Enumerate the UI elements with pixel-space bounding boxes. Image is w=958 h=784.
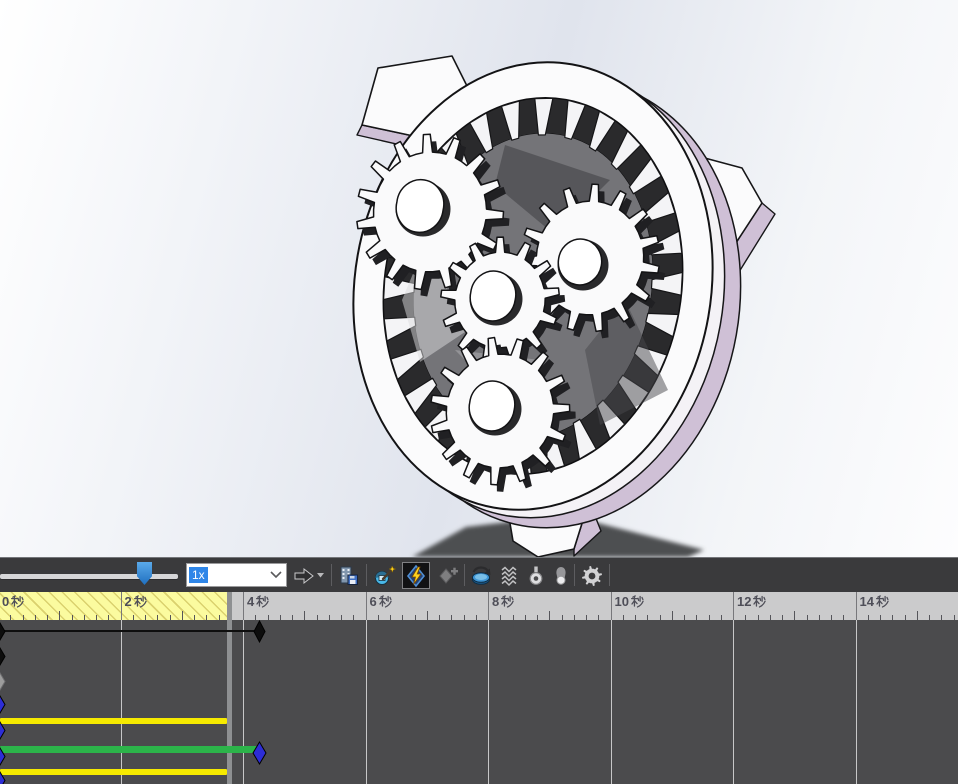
animation-wizard-button[interactable] xyxy=(371,562,399,589)
gravity-button[interactable] xyxy=(547,562,575,589)
ruler-tick xyxy=(549,611,551,620)
seconds-cjk-glyph xyxy=(875,595,889,608)
playback-speed-select[interactable]: 1x xyxy=(186,563,287,587)
spring-icon xyxy=(501,565,517,586)
viewport-3d[interactable] xyxy=(0,0,958,557)
planetary-gear-assembly xyxy=(352,55,776,557)
spring-button[interactable] xyxy=(496,562,524,589)
ruler-label-number: 6 xyxy=(369,594,377,609)
seconds-cjk-glyph xyxy=(256,595,269,608)
ruler-label: 2 xyxy=(125,594,147,609)
ruler-label: 10 xyxy=(615,594,644,609)
change-bar-green[interactable] xyxy=(0,745,258,753)
ruler-label-number: 10 xyxy=(614,594,629,609)
ruler-label: 8 xyxy=(492,594,514,609)
key-point-black[interactable] xyxy=(0,621,6,641)
ruler-tick xyxy=(59,611,61,620)
ruler-major-tick xyxy=(120,592,122,620)
motor-icon xyxy=(472,565,491,585)
ruler-tick xyxy=(916,611,918,620)
ruler-tick xyxy=(671,611,673,620)
change-bar-yellow[interactable] xyxy=(0,718,227,724)
motion-study-properties-button[interactable] xyxy=(578,562,606,589)
caret-down-icon xyxy=(316,573,324,578)
seconds-cjk-glyph xyxy=(378,595,392,608)
chevron-down-icon[interactable] xyxy=(270,571,282,579)
ruler-major-tick xyxy=(610,592,612,620)
ruler-major-tick xyxy=(488,592,489,620)
key-point-blue[interactable] xyxy=(0,770,6,784)
damper-icon xyxy=(529,566,543,585)
ruler-label-number: 8 xyxy=(492,594,500,609)
key-point-blue[interactable] xyxy=(251,741,267,765)
toolbar-separator xyxy=(464,564,465,586)
motor-button[interactable] xyxy=(468,562,496,589)
duration-line xyxy=(0,630,254,632)
key-point-blue[interactable] xyxy=(0,720,6,740)
toolbar-separator xyxy=(574,564,575,586)
seconds-cjk-glyph xyxy=(133,595,147,608)
autokey-icon xyxy=(406,564,426,587)
ruler-tick xyxy=(794,611,796,620)
seconds-cjk-glyph xyxy=(630,595,644,608)
gravity-icon xyxy=(556,566,566,585)
key-point-blue[interactable] xyxy=(0,694,6,714)
timeline-ruler[interactable]: 0 2 4 6 8 10 12 14 xyxy=(0,592,958,620)
ruler-label-number: 2 xyxy=(124,594,132,609)
ruler-label-number: 12 xyxy=(737,594,752,609)
seconds-cjk-glyph xyxy=(753,595,767,608)
ruler-tick xyxy=(426,611,428,620)
key-point-blue[interactable] xyxy=(0,746,6,766)
autokey-button[interactable] xyxy=(402,562,430,589)
ruler-label: 4 xyxy=(247,594,269,609)
motionmanager-toolbar: 1x xyxy=(0,557,958,592)
key-point-gray[interactable] xyxy=(0,671,6,691)
timeline-tracks[interactable] xyxy=(0,620,958,784)
change-bar-yellow[interactable] xyxy=(0,769,227,775)
wizard-icon xyxy=(375,564,397,585)
gear-bore xyxy=(395,178,445,234)
timeline-zoom-slider-handle[interactable] xyxy=(137,562,152,585)
play-mode-button[interactable] xyxy=(291,562,325,589)
film-save-icon xyxy=(340,566,358,585)
add-key-icon xyxy=(439,567,458,584)
toolbar-separator xyxy=(609,564,610,586)
ruler-major-tick xyxy=(365,592,367,620)
motion-study-window: 1x 0 2 4 6 8 10 12 14 xyxy=(0,0,958,784)
key-point-black[interactable] xyxy=(252,620,266,643)
ruler-label-number: 4 xyxy=(247,594,255,609)
seconds-cjk-glyph xyxy=(11,595,24,608)
damper-button[interactable] xyxy=(522,562,550,589)
ruler-label: 6 xyxy=(370,594,392,609)
gear-icon xyxy=(582,565,602,586)
key-point-black[interactable] xyxy=(0,646,6,666)
ruler-major-tick xyxy=(243,592,244,620)
ruler-label: 14 xyxy=(860,594,889,609)
ruler-tick xyxy=(304,611,306,620)
add-key-button[interactable] xyxy=(434,562,462,589)
gear-bore xyxy=(468,380,516,432)
arrow-right-icon xyxy=(294,567,314,584)
timeline-rows-layer xyxy=(0,620,958,784)
gear-bore xyxy=(557,238,603,286)
gear-bore xyxy=(469,270,517,322)
ruler-label-number: 14 xyxy=(859,594,874,609)
ruler-tick xyxy=(181,611,183,620)
ruler-major-tick xyxy=(733,592,734,620)
playback-speed-value: 1x xyxy=(189,567,208,583)
toolbar-separator xyxy=(331,564,332,586)
seconds-cjk-glyph xyxy=(501,595,514,608)
ruler-label: 12 xyxy=(737,594,767,609)
ruler-label: 0 xyxy=(2,594,24,609)
save-animation-button[interactable] xyxy=(335,562,363,589)
ruler-label-number: 0 xyxy=(2,594,10,609)
toolbar-separator xyxy=(366,564,367,586)
ruler-major-tick xyxy=(855,592,857,620)
